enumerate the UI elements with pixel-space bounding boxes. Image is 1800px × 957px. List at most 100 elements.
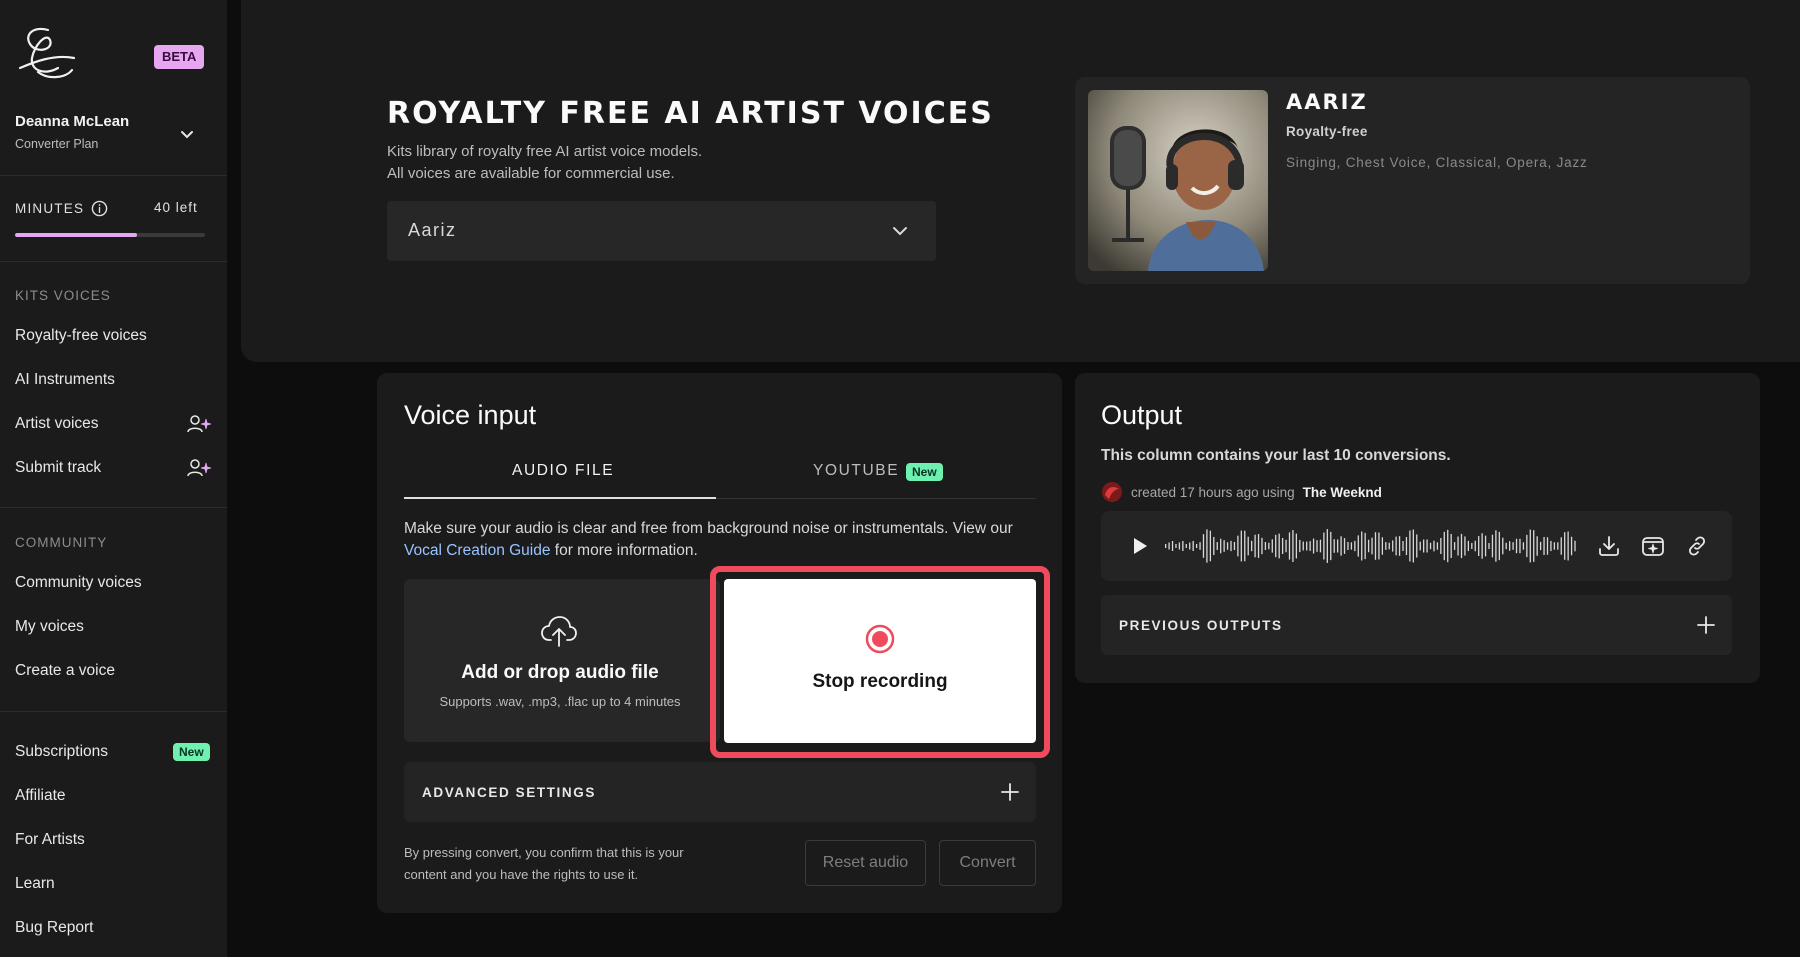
waveform-bar — [1392, 540, 1394, 552]
nav-submit-track[interactable]: Submit track — [15, 459, 101, 477]
nav-for-artists[interactable]: For Artists — [15, 831, 85, 849]
waveform-bar — [1560, 537, 1562, 555]
waveform-bar — [1402, 541, 1404, 551]
audio-drop-zone[interactable] — [404, 579, 720, 742]
waveform-bar — [1299, 539, 1301, 553]
waveform-bar — [1419, 541, 1421, 551]
stop-recording-label: Stop recording — [812, 671, 948, 692]
page-subtitle: Kits library of royalty free AI artist v… — [387, 141, 702, 185]
new-badge: New — [173, 743, 210, 761]
waveform-bar — [1529, 529, 1531, 563]
section-heading-community: COMMUNITY — [15, 535, 108, 550]
minutes-label-text: MINUTES — [15, 201, 85, 216]
waveform-bar — [1515, 538, 1518, 554]
download-icon[interactable] — [1597, 534, 1621, 558]
waveform-bar — [1536, 536, 1538, 556]
waveform-bar — [1460, 533, 1463, 559]
nav-bug-report[interactable]: Bug Report — [15, 919, 93, 937]
waveform-bar — [1491, 534, 1494, 558]
waveform-bar — [1340, 536, 1342, 556]
new-badge: New — [906, 463, 943, 481]
tab-youtube-label: YOUTUBE — [813, 462, 900, 479]
artist-card — [1075, 77, 1750, 284]
waveform-bar — [1471, 542, 1473, 550]
waveform-bar — [1564, 532, 1566, 560]
vocal-creation-guide-link[interactable]: Vocal Creation Guide — [404, 542, 550, 559]
divider — [0, 175, 227, 176]
reset-audio-button[interactable]: Reset audio — [805, 840, 926, 886]
waveform-bar — [1395, 536, 1397, 556]
waveform-bar — [1206, 529, 1208, 563]
waveform-bar — [1378, 532, 1380, 560]
waveform-bar — [1447, 529, 1449, 563]
waveform-bar — [1268, 542, 1270, 550]
voice-input-title: Voice input — [404, 400, 537, 430]
waveform-bar — [1330, 531, 1332, 561]
sidebar: BETA Deanna McLean Converter Plan MINUTE… — [0, 0, 227, 957]
waveform-bar — [1364, 532, 1366, 560]
user-plan: Converter Plan — [15, 137, 99, 151]
waveform-bar — [1553, 542, 1556, 550]
nav-ai-instruments[interactable]: AI Instruments — [15, 371, 115, 389]
previous-outputs-accordion[interactable]: PREVIOUS OUTPUTS — [1101, 595, 1732, 655]
waveform-bar — [1326, 529, 1328, 563]
artist-portrait-image — [1088, 90, 1268, 271]
voice-select-dropdown[interactable]: Aariz — [387, 201, 936, 261]
waveform-bar — [1281, 537, 1284, 555]
waveform-bar — [1385, 542, 1387, 550]
waveform-bar — [1343, 538, 1346, 554]
nav-my-voices[interactable]: My voices — [15, 618, 84, 636]
advanced-settings-label: ADVANCED SETTINGS — [422, 785, 596, 800]
play-icon[interactable] — [1131, 537, 1149, 555]
waveform-bar — [1450, 533, 1452, 559]
kits-logo-icon[interactable] — [14, 24, 80, 82]
nav-artist-voices[interactable]: Artist voices — [15, 415, 99, 433]
waveform-bar — [1488, 542, 1490, 550]
stop-recording-button[interactable] — [724, 579, 1036, 743]
waveform-bar — [1264, 542, 1267, 550]
voice-select-value: Aariz — [408, 220, 457, 240]
info-icon[interactable] — [91, 200, 108, 217]
nav-community-voices[interactable]: Community voices — [15, 574, 142, 592]
waveform-bar — [1216, 542, 1218, 550]
waveform-scrubber[interactable] — [1164, 527, 1576, 565]
link-icon[interactable] — [1685, 534, 1709, 558]
nav-create-a-voice[interactable]: Create a voice — [15, 662, 115, 680]
waveform-bar — [1189, 542, 1191, 550]
waveform-bar — [1436, 542, 1439, 550]
convert-button[interactable]: Convert — [939, 840, 1036, 886]
waveform-bar — [1512, 542, 1514, 550]
waveform-bar — [1481, 533, 1483, 559]
waveform-bar — [1199, 542, 1201, 550]
waveform-bar — [1192, 541, 1194, 551]
plus-icon — [1001, 783, 1019, 801]
waveform-bar — [1405, 536, 1408, 556]
chevron-down-icon[interactable] — [178, 126, 196, 144]
nav-learn[interactable]: Learn — [15, 875, 55, 893]
waveform-bar — [1175, 544, 1177, 548]
nav-subscriptions[interactable]: Subscriptions — [15, 743, 108, 761]
waveform-bar — [1522, 542, 1525, 550]
nav-royalty-free-voices[interactable]: Royalty-free voices — [15, 327, 147, 345]
user-sparkle-icon — [187, 459, 212, 477]
advanced-settings-accordion[interactable]: ADVANCED SETTINGS — [404, 762, 1036, 822]
waveform-bar — [1223, 540, 1225, 552]
sparkle-folder-icon[interactable] — [1641, 534, 1665, 558]
waveform-bar — [1429, 542, 1432, 550]
nav-affiliate[interactable]: Affiliate — [15, 787, 66, 805]
waveform-bar — [1195, 544, 1198, 548]
chevron-down-icon — [893, 227, 907, 236]
waveform-bar — [1251, 540, 1253, 552]
waveform-bar — [1423, 539, 1425, 553]
waveform-bar — [1271, 539, 1273, 553]
waveform-bar — [1550, 540, 1552, 552]
waveform-bar — [1337, 539, 1339, 553]
drop-zone-subtitle: Supports .wav, .mp3, .flac up to 4 minut… — [439, 694, 681, 709]
minutes-label: MINUTES — [15, 200, 108, 217]
tab-audio-file[interactable]: AUDIO FILE — [512, 462, 614, 480]
active-tab-indicator — [404, 497, 716, 499]
waveform-bar — [1240, 530, 1242, 562]
waveform-bar — [1361, 531, 1363, 561]
waveform-bar — [1323, 532, 1325, 560]
waveform-bar — [1478, 536, 1480, 556]
